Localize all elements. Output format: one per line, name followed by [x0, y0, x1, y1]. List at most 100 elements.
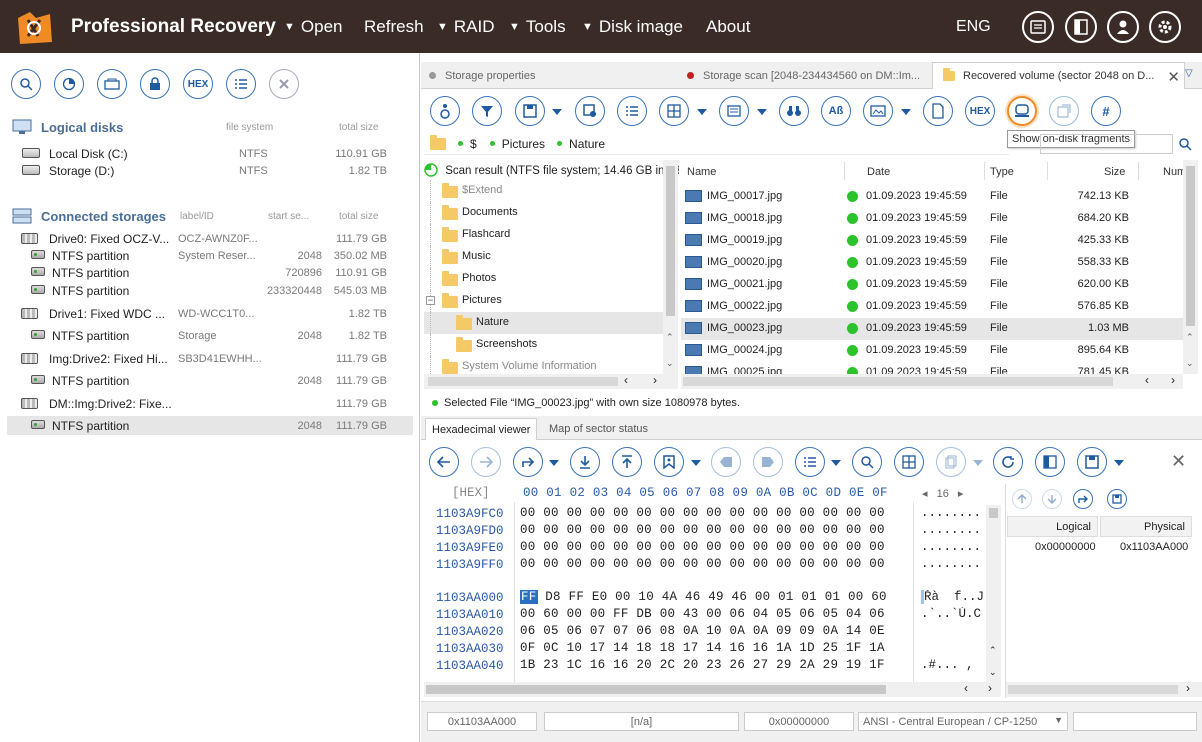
scroll-left-icon[interactable]: ‹ — [1145, 373, 1149, 387]
language-selector[interactable]: ENG — [956, 18, 991, 36]
page-next-icon[interactable]: ▸ — [958, 488, 964, 500]
col-divider[interactable] — [1047, 162, 1048, 180]
hex-button[interactable]: HEX — [183, 69, 213, 99]
scroll-thumb[interactable] — [1186, 166, 1195, 326]
table-row[interactable]: IMG_00019.jpg 01.09.2023 19:45:59 File 425.… — [681, 230, 1183, 252]
scroll-thumb[interactable] — [989, 508, 998, 518]
hex-row[interactable]: 1103AA030 0F 0C 10 17 14 18 18 17 14 16 1… — [421, 641, 1001, 658]
col-type[interactable]: Type — [990, 166, 1014, 178]
scroll-right-icon[interactable]: › — [1186, 681, 1190, 695]
checklist-button[interactable] — [617, 96, 647, 126]
columns-button[interactable] — [719, 96, 749, 126]
value-field[interactable]: [n/a] — [544, 712, 739, 731]
table-row[interactable]: IMG_00025.jpg 01.09.2023 19:45:59 File 781.… — [681, 362, 1183, 374]
scan-button[interactable] — [54, 69, 84, 99]
bookmark-dropdown-icon[interactable] — [691, 460, 701, 466]
col-divider[interactable] — [1138, 162, 1139, 180]
tab-hex-viewer[interactable]: Hexadecimal viewer — [425, 418, 538, 440]
scroll-left-icon[interactable]: ‹ — [964, 681, 968, 695]
addr-goto-button[interactable] — [1073, 489, 1093, 509]
find-button[interactable] — [779, 96, 809, 126]
tree-item[interactable]: Flashcard — [424, 224, 664, 246]
col-num[interactable]: Num — [1163, 166, 1183, 178]
scroll-thumb[interactable] — [1008, 685, 1178, 694]
bookmark-button[interactable] — [654, 447, 684, 477]
prev-bookmark-button[interactable] — [711, 447, 741, 477]
panel-toggle-button[interactable] — [1065, 11, 1097, 43]
copy-dropdown-icon[interactable] — [973, 460, 983, 466]
col-size[interactable]: Size — [1104, 166, 1125, 178]
scroll-thumb[interactable] — [426, 685, 886, 694]
menu-tools[interactable]: ▼ Tools — [509, 17, 566, 37]
col-divider[interactable] — [844, 162, 845, 180]
tree-hscrollbar[interactable]: ‹ › — [424, 373, 678, 389]
tab-recovered-volume[interactable]: Recovered volume (sector 2048 on D... ✕ — [932, 62, 1185, 89]
files-hscrollbar[interactable]: ‹ › — [681, 373, 1183, 389]
tree-root[interactable]: Scan result (NTFS file system; 14.46 GB … — [424, 163, 679, 177]
storage-button[interactable] — [97, 69, 127, 99]
addr-up-button[interactable] — [1012, 489, 1032, 509]
user-button[interactable] — [1107, 11, 1139, 43]
view-dropdown-icon[interactable] — [697, 109, 707, 115]
close-viewer-icon[interactable]: ✕ — [1171, 451, 1186, 472]
position-field[interactable]: 0x1103AA000 — [427, 712, 537, 731]
table-row[interactable]: IMG_00021.jpg 01.09.2023 19:45:59 File 620.… — [681, 274, 1183, 296]
address-hscrollbar[interactable]: › — [1006, 681, 1202, 697]
settings-button[interactable] — [1149, 11, 1181, 43]
columns-dropdown-icon[interactable] — [757, 109, 767, 115]
hex-row[interactable]: 1103AA000 FF D8 FF E0 00 10 4A 46 49 46 0… — [421, 590, 1001, 607]
tab-storage-properties[interactable]: Storage properties — [429, 62, 679, 89]
offset-field[interactable]: 0x00000000 — [744, 712, 854, 731]
tab-sector-map[interactable]: Map of sector status — [543, 418, 654, 440]
col-logical[interactable]: Logical — [1007, 516, 1098, 537]
info-button[interactable] — [430, 96, 460, 126]
sector-button[interactable]: # — [1091, 96, 1121, 126]
hex-vscrollbar[interactable]: ⌃ ⌄ — [986, 505, 1001, 682]
list-item[interactable]: NTFS partition Storage 2048 1.82 TB — [7, 326, 413, 345]
list-button[interactable] — [226, 69, 256, 99]
scroll-thumb[interactable] — [683, 377, 1113, 386]
menu-refresh[interactable]: Refresh — [364, 17, 424, 37]
list-item[interactable]: DM::Img:Drive2: Fixe... 111.79 GB — [7, 394, 413, 413]
search-button[interactable] — [11, 69, 41, 99]
tree-item[interactable]: − Pictures — [424, 290, 664, 312]
menu-about[interactable]: About — [706, 17, 750, 37]
col-name[interactable]: Name — [687, 166, 716, 178]
save-hex-dropdown-icon[interactable] — [1114, 460, 1124, 466]
list-item[interactable]: Local Disk (C:) NTFS 110.91 GB — [22, 147, 392, 161]
col-date[interactable]: Date — [867, 166, 890, 178]
menu-raid[interactable]: ▼ RAID — [437, 17, 495, 37]
hex-hscrollbar[interactable]: ‹ › — [424, 681, 1001, 697]
case-button[interactable]: Aß — [821, 96, 851, 126]
table-row[interactable]: IMG_00023.jpg 01.09.2023 19:45:59 File 1.03… — [681, 318, 1183, 340]
scroll-thumb[interactable] — [428, 377, 618, 386]
goto-dropdown-icon[interactable] — [549, 460, 559, 466]
files-vscrollbar[interactable]: ⌃ ⌄ — [1183, 160, 1198, 374]
col-divider[interactable] — [984, 162, 985, 180]
lock-button[interactable] — [140, 69, 170, 99]
tree-item[interactable]: Music — [424, 246, 664, 268]
hex-view-button[interactable]: HEX — [965, 96, 995, 126]
open-file-button[interactable] — [923, 96, 953, 126]
scroll-down-icon[interactable]: ⌄ — [989, 667, 997, 678]
page-prev-icon[interactable]: ◂ — [922, 488, 928, 500]
preview-button[interactable] — [863, 96, 893, 126]
hex-row[interactable]: 1103AA010 00 60 00 00 FF DB 00 43 00 06 0… — [421, 607, 1001, 624]
hex-row[interactable]: 1103A9FC0 00 00 00 00 00 00 00 00 00 00 0… — [421, 506, 1001, 523]
save-hex-button[interactable] — [1077, 447, 1107, 477]
physical-address[interactable]: 0x1103AA000 — [1120, 541, 1188, 553]
tree-vscrollbar[interactable]: ⌃ ⌄ — [663, 160, 678, 374]
tab-list-dropdown-icon[interactable]: ▽ — [1185, 68, 1193, 79]
tree-item[interactable]: $Extend — [424, 180, 664, 202]
filter-button[interactable] — [472, 96, 502, 126]
back-button[interactable] — [429, 447, 459, 477]
copy-button[interactable] — [936, 447, 966, 477]
scroll-up-icon[interactable]: ⌃ — [989, 645, 997, 656]
hex-cursor-byte[interactable]: FF — [520, 590, 538, 604]
tree-item[interactable]: Screenshots — [424, 334, 664, 356]
reveal-button[interactable] — [1049, 96, 1079, 126]
breadcrumb-item[interactable]: Pictures — [502, 137, 545, 151]
layout-button[interactable] — [894, 447, 924, 477]
next-bookmark-button[interactable] — [753, 447, 783, 477]
goto-button[interactable] — [513, 447, 543, 477]
